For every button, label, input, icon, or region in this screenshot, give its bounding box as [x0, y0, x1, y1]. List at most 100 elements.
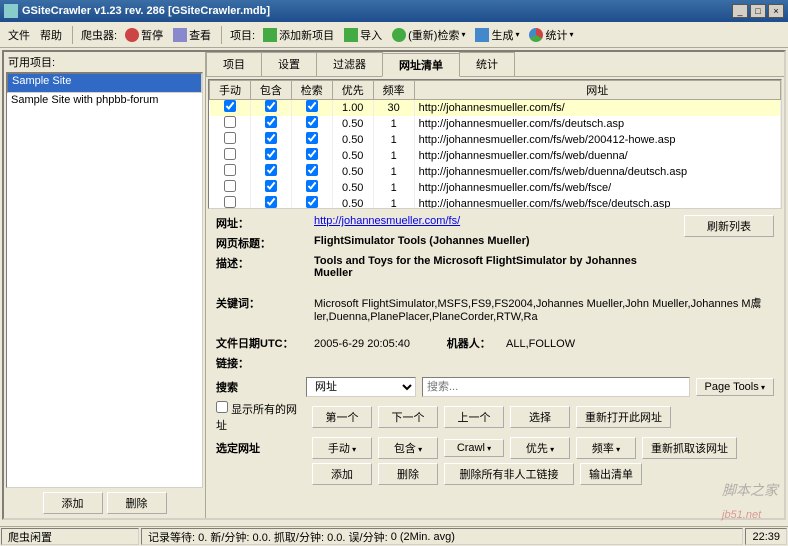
- generate-button[interactable]: 生成: [471, 25, 523, 45]
- url-cell: http://johannesmueller.com/fs/web/fsce/: [414, 180, 780, 196]
- url-link[interactable]: http://johannesmueller.com/fs/: [314, 215, 676, 227]
- table-row[interactable]: 0.501http://johannesmueller.com/fs/web/f…: [210, 180, 781, 196]
- prev-button[interactable]: 上一个: [444, 406, 504, 428]
- row-checkbox[interactable]: [306, 196, 318, 208]
- import-icon: [344, 28, 358, 42]
- crawler-label: 爬虫器:: [79, 25, 119, 45]
- table-row[interactable]: 0.501http://johannesmueller.com/fs/web/d…: [210, 148, 781, 164]
- minimize-button[interactable]: _: [732, 4, 748, 18]
- crawl-dropdown[interactable]: Crawl: [444, 439, 504, 457]
- sidebar-header: 可用项目:: [4, 52, 205, 72]
- row-checkbox[interactable]: [265, 132, 277, 144]
- manual-dropdown[interactable]: 手动: [312, 437, 372, 459]
- row-checkbox[interactable]: [265, 116, 277, 128]
- date-value: 2005-6-29 20:05:40: [314, 338, 410, 350]
- frequency-dropdown[interactable]: 频率: [576, 437, 636, 459]
- menu-file[interactable]: 文件: [4, 25, 34, 45]
- maximize-button[interactable]: □: [750, 4, 766, 18]
- crawler-status: 爬虫闲置: [1, 528, 139, 545]
- row-checkbox[interactable]: [306, 116, 318, 128]
- export-list-button[interactable]: 输出清单: [580, 463, 642, 485]
- sidebar-delete-button[interactable]: 删除: [107, 492, 167, 514]
- row-checkbox[interactable]: [224, 148, 236, 160]
- row-checkbox[interactable]: [224, 180, 236, 192]
- table-row[interactable]: 0.501http://johannesmueller.com/fs/web/2…: [210, 132, 781, 148]
- url-label: 网址：: [216, 215, 306, 231]
- column-header[interactable]: 频率: [373, 81, 414, 100]
- delete-button[interactable]: 删除: [378, 463, 438, 485]
- date-label: 文件日期UTC：: [216, 335, 306, 351]
- url-table[interactable]: 手动包含检索优先频率网址 1.0030http://johannesmuelle…: [208, 79, 782, 209]
- column-header[interactable]: 手动: [210, 81, 251, 100]
- row-checkbox[interactable]: [224, 132, 236, 144]
- import-button[interactable]: 导入: [340, 25, 386, 45]
- title-label: 网页标题：: [216, 235, 306, 251]
- tab-stats[interactable]: 统计: [459, 52, 515, 76]
- view-button[interactable]: 查看: [169, 25, 215, 45]
- include-dropdown[interactable]: 包含: [378, 437, 438, 459]
- title-bar: GSiteCrawler v1.23 rev. 286 [GSiteCrawle…: [0, 0, 788, 22]
- row-checkbox[interactable]: [224, 116, 236, 128]
- project-label: 项目:: [228, 25, 257, 45]
- pie-icon: [529, 28, 543, 42]
- column-header[interactable]: 优先: [332, 81, 373, 100]
- search-field-select[interactable]: 网址: [306, 377, 416, 397]
- row-checkbox[interactable]: [265, 196, 277, 208]
- row-checkbox[interactable]: [265, 100, 277, 112]
- table-row[interactable]: 0.501http://johannesmueller.com/fs/web/d…: [210, 164, 781, 180]
- tab-project[interactable]: 项目: [206, 52, 262, 76]
- column-header[interactable]: 网址: [414, 81, 780, 100]
- url-cell: http://johannesmueller.com/fs/deutsch.as…: [414, 116, 780, 132]
- row-checkbox[interactable]: [265, 148, 277, 160]
- delete-all-auto-button[interactable]: 删除所有非人工链接: [444, 463, 574, 485]
- sidebar-add-button[interactable]: 添加: [43, 492, 103, 514]
- row-checkbox[interactable]: [306, 180, 318, 192]
- row-checkbox[interactable]: [224, 164, 236, 176]
- page-tools-button[interactable]: Page Tools: [696, 378, 774, 396]
- stats-button[interactable]: 统计: [525, 25, 577, 45]
- table-row[interactable]: 0.501http://johannesmueller.com/fs/web/f…: [210, 196, 781, 210]
- desc-label: 描述：: [216, 255, 306, 271]
- keywords-value: Microsoft FlightSimulator,MSFS,FS9,FS200…: [314, 295, 774, 323]
- column-header[interactable]: 包含: [250, 81, 291, 100]
- project-list[interactable]: Sample Site Sample Site with phpbb-forum: [6, 72, 203, 488]
- priority-dropdown[interactable]: 优先: [510, 437, 570, 459]
- row-checkbox[interactable]: [224, 100, 236, 112]
- row-checkbox[interactable]: [306, 132, 318, 144]
- select-button[interactable]: 选择: [510, 406, 570, 428]
- recheck-button[interactable]: (重新)检索: [388, 25, 469, 45]
- tab-url-list[interactable]: 网址清单: [382, 53, 460, 77]
- refresh-list-button[interactable]: 刷新列表: [684, 215, 774, 237]
- menu-help[interactable]: 帮助: [36, 25, 66, 45]
- tab-filters[interactable]: 过滤器: [316, 52, 383, 76]
- desc-value: Tools and Toys for the Microsoft FlightS…: [314, 255, 676, 279]
- tab-bar: 项目 设置 过滤器 网址清单 统计: [206, 52, 784, 77]
- row-checkbox[interactable]: [306, 100, 318, 112]
- row-checkbox[interactable]: [306, 164, 318, 176]
- add-button[interactable]: 添加: [312, 463, 372, 485]
- row-checkbox[interactable]: [306, 148, 318, 160]
- table-row[interactable]: 1.0030http://johannesmueller.com/fs/: [210, 100, 781, 116]
- close-button[interactable]: ×: [768, 4, 784, 18]
- row-checkbox[interactable]: [265, 180, 277, 192]
- project-item[interactable]: Sample Site with phpbb-forum: [7, 93, 202, 107]
- table-row[interactable]: 0.501http://johannesmueller.com/fs/deuts…: [210, 116, 781, 132]
- reopen-url-button[interactable]: 重新打开此网址: [576, 406, 671, 428]
- row-checkbox[interactable]: [224, 196, 236, 208]
- first-button[interactable]: 第一个: [312, 406, 372, 428]
- row-checkbox[interactable]: [265, 164, 277, 176]
- recrawl-url-button[interactable]: 重新抓取该网址: [642, 437, 737, 459]
- toolbar: 文件 帮助 爬虫器: 暂停 查看 项目: 添加新项目 导入 (重新)检索 生成 …: [0, 22, 788, 48]
- project-item[interactable]: Sample Site: [7, 73, 202, 93]
- add-project-button[interactable]: 添加新项目: [259, 25, 338, 45]
- robot-value: ALL,FOLLOW: [506, 338, 575, 350]
- show-all-checkbox[interactable]: 显示所有的网址: [216, 401, 306, 433]
- selected-url-label: 选定网址: [216, 440, 306, 456]
- pause-button[interactable]: 暂停: [121, 25, 167, 45]
- search-input[interactable]: [422, 377, 690, 397]
- column-header[interactable]: 检索: [291, 81, 332, 100]
- page-title-value: FlightSimulator Tools (Johannes Mueller): [314, 235, 676, 247]
- next-button[interactable]: 下一个: [378, 406, 438, 428]
- tab-settings[interactable]: 设置: [261, 52, 317, 76]
- url-cell: http://johannesmueller.com/fs/: [414, 100, 780, 116]
